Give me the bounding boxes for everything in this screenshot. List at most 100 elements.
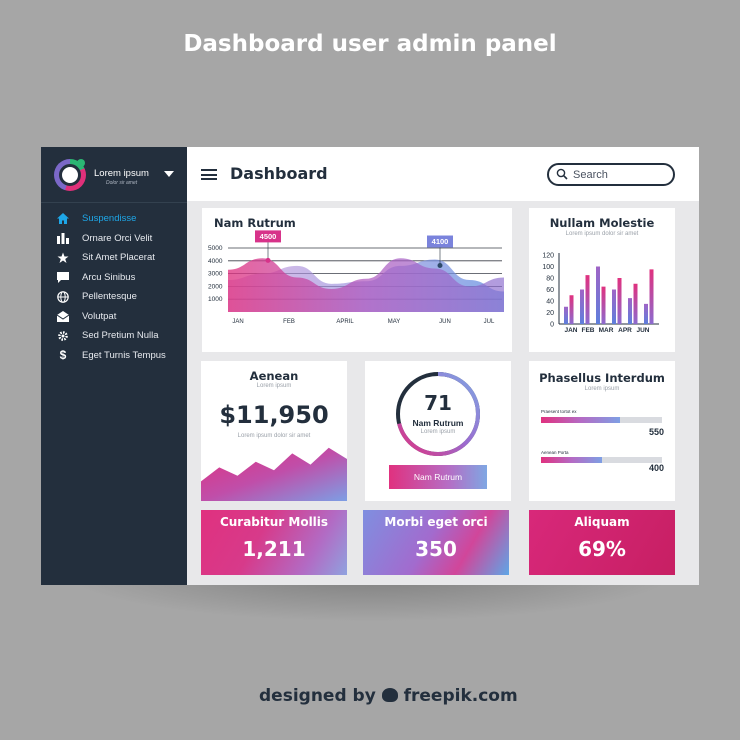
x-tick-label: JAN (232, 319, 243, 325)
annotation-label: 4500 (260, 232, 277, 241)
sidebar-item-ornare-orci-velit[interactable]: Ornare Orci Velit (41, 229, 187, 249)
sidebar-item-label: Suspendisse (82, 213, 137, 225)
globe-icon (57, 290, 69, 303)
y-tick-label: 20 (546, 310, 554, 317)
bar-series-2 (564, 306, 568, 324)
y-tick-label: 3000 (208, 271, 223, 278)
user-profile[interactable]: Lorem ipsum Dolor sir amet (54, 159, 184, 193)
sidebar-item-label: Pellentesque (82, 291, 137, 303)
stat-value: 69% (578, 537, 626, 561)
sidebar-item-label: Eget Turnis Tempus (82, 349, 166, 361)
profile-subtitle: Dolor sir amet (106, 180, 138, 186)
ring-value: 71 (424, 391, 452, 415)
progress-bar (541, 457, 662, 463)
sidebar-item-eget-turnis-tempus[interactable]: $ Eget Turnis Tempus (41, 346, 187, 366)
x-tick-label: MAR (599, 327, 614, 334)
bar-series-2 (580, 289, 584, 324)
y-tick-label: 100 (542, 264, 554, 271)
x-tick-label: JUN (439, 319, 451, 325)
y-tick-label: 5000 (208, 245, 223, 252)
online-status-dot (77, 159, 85, 167)
annotation-point (437, 263, 443, 269)
stat-value: 1,211 (242, 537, 306, 561)
card-title: Phasellus Interdum (539, 371, 665, 385)
x-tick-label: FEB (283, 319, 295, 325)
y-tick-label: 40 (546, 298, 554, 305)
bar-series-1 (569, 295, 574, 324)
dollar-icon: $ (59, 348, 67, 363)
progress-label: Praesent tortot ex (541, 409, 577, 414)
x-tick-label: JAN (564, 327, 577, 334)
y-tick-label: 1000 (208, 296, 223, 303)
profile-name: Lorem ipsum (94, 168, 149, 179)
x-tick-label: APRIL (336, 319, 354, 325)
progress-fill (541, 457, 602, 463)
star-icon (57, 252, 69, 264)
card-title: Aenean (249, 369, 299, 383)
poster-title: Dashboard user admin panel (183, 31, 557, 57)
progress-label: Aenean Porta (541, 450, 569, 455)
search-input[interactable] (573, 168, 669, 182)
bar-series-1 (585, 275, 590, 324)
stat-card-morbi-eget-orci: Morbi eget orci 350 (363, 510, 509, 575)
bar-chart-icon (57, 232, 69, 244)
ring-sublabel: Lorem ipsum (420, 429, 456, 435)
bar-series-2 (612, 289, 616, 324)
sidebar-item-suspendisse[interactable]: Suspendisse (41, 209, 187, 229)
trend-area (201, 447, 347, 501)
x-tick-label: JUL (484, 319, 495, 325)
progress-fill (541, 417, 620, 423)
sidebar-divider (41, 202, 187, 203)
x-tick-label: JUN (636, 327, 649, 334)
sidebar-item-volutpat[interactable]: Volutpat (41, 307, 187, 327)
bar-chart-card: Nullam Molestie Lorem ipsum dolor sir am… (529, 208, 675, 352)
y-tick-label: 0 (550, 321, 554, 328)
menu-icon[interactable] (201, 169, 217, 180)
sidebar: Lorem ipsum Dolor sir amet Suspendisse O… (41, 147, 187, 585)
card-subtitle: Lorem ipsum (584, 386, 620, 392)
y-tick-label: 80 (546, 275, 554, 282)
stat-value: 350 (415, 537, 457, 561)
sidebar-nav: Suspendisse Ornare Orci Velit Sit Amet P… (41, 209, 187, 365)
chat-icon (57, 271, 69, 283)
progress-card: Phasellus Interdum Lorem ipsum Praesent … (529, 361, 675, 501)
annotation-label: 4100 (432, 237, 449, 246)
sidebar-item-label: Volutpat (82, 310, 117, 322)
sidebar-item-sed-pretium-nulla[interactable]: Sed Pretium Nulla (41, 326, 187, 346)
ring-label: Nam Rutrum (412, 418, 464, 428)
page-title: Dashboard (230, 164, 328, 183)
card-subtitle: Lorem ipsum (256, 383, 292, 389)
value-caption: Lorem ipsum dolor sir amet (237, 433, 311, 439)
sidebar-item-label: Sit Amet Placerat (82, 252, 155, 264)
sidebar-item-sit-amet-placerat[interactable]: Sit Amet Placerat (41, 248, 187, 268)
y-tick-label: 4000 (208, 258, 223, 265)
stat-label: Curabitur Mollis (219, 515, 329, 529)
search-box[interactable] (547, 163, 675, 186)
nam-rutrum-button[interactable]: Nam Rutrum (389, 465, 487, 489)
progress-value: 550 (648, 427, 664, 437)
sidebar-item-label: Sed Pretium Nulla (82, 330, 159, 342)
bar-series-1 (601, 286, 606, 324)
dashboard-window: Lorem ipsum Dolor sir amet Suspendisse O… (41, 147, 699, 585)
chevron-down-icon[interactable] (164, 171, 174, 177)
bar-series-1 (633, 283, 638, 324)
stat-label: Aliquam (574, 515, 630, 529)
x-tick-label: APR (618, 327, 632, 334)
mail-icon (57, 310, 69, 322)
stat-label: Morbi eget orci (384, 515, 488, 529)
sidebar-item-label: Arcu Sinibus (82, 271, 136, 283)
y-tick-label: 60 (546, 287, 554, 294)
annotation-point (265, 257, 271, 263)
trend-sparkline (201, 447, 347, 501)
ring-card: 71 Nam Rutrum Lorem ipsum Nam Rutrum (365, 361, 511, 501)
sidebar-item-pellentesque[interactable]: Pellentesque (41, 287, 187, 307)
sidebar-item-arcu-sinibus[interactable]: Arcu Sinibus (41, 268, 187, 288)
revenue-value: $11,950 (219, 401, 329, 429)
x-tick-label: FEB (582, 327, 595, 334)
bar-series-1 (649, 269, 654, 324)
area-chart: 5000 4000 3000 2000 1000 JAN FEB APRIL MAY JUN JUL… (208, 230, 504, 325)
bar-series-2 (644, 303, 648, 324)
x-tick-label: MAY (388, 319, 401, 325)
line-chart-card: Nam Rutrum 5000 4000 3000 2000 1000 JAN FEB APR… (202, 208, 512, 352)
aenean-card: Aenean Lorem ipsum $11,950 Lorem ipsum d… (201, 361, 347, 501)
